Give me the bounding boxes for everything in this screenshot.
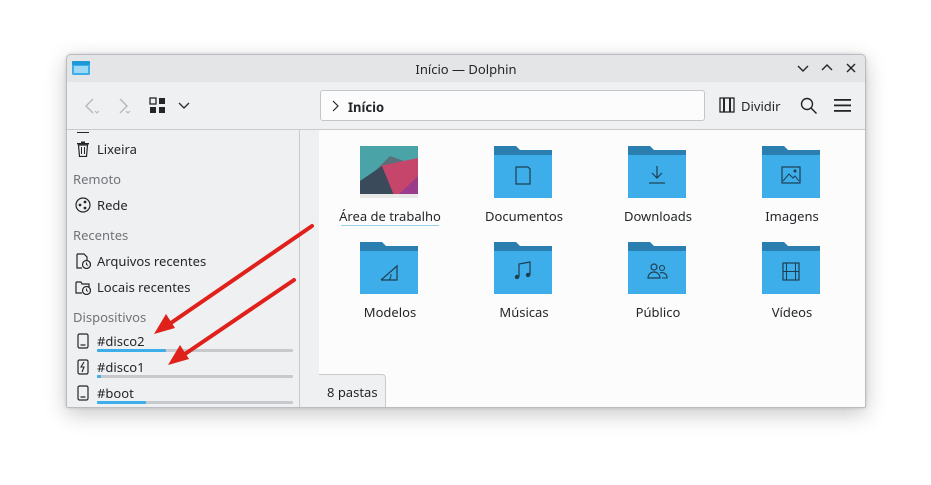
close-icon[interactable] (844, 61, 858, 75)
item-label: Área de trabalho (339, 207, 441, 225)
forward-icon[interactable] (115, 96, 133, 116)
window-title: Início — Dolphin (415, 60, 517, 78)
folder-pictures-icon (762, 146, 820, 198)
recent-files-icon (76, 253, 91, 269)
view-mode-icon[interactable] (149, 97, 166, 114)
dolphin-window: Início — Dolphin Início Dividir Lixeira … (66, 54, 866, 408)
status-bar: 8 pastas (319, 374, 386, 407)
sidebar-item-label: Lixeira (97, 140, 137, 158)
item-label: Vídeos (771, 303, 813, 321)
split-view-icon (719, 97, 735, 113)
disk-usage-bar-disco1 (97, 375, 293, 378)
partial-item-icon (77, 130, 89, 133)
sidebar-item-label: #disco2 (97, 332, 145, 350)
places-sidebar: Lixeira Remoto Rede Recentes Arquivos re… (67, 130, 300, 407)
item-label: Downloads (623, 207, 693, 225)
section-header-remote: Remoto (73, 170, 121, 188)
sidebar-item-recent-locations[interactable]: Locais recentes (67, 276, 299, 298)
section-header-devices: Dispositivos (73, 308, 147, 326)
sidebar-item-label: Rede (97, 196, 128, 214)
breadcrumb-home[interactable]: Início (348, 98, 384, 116)
file-view[interactable]: Área de trabalho Documentos Downloads Im… (319, 130, 865, 407)
item-label: Músicas (499, 303, 549, 321)
recent-locations-icon (75, 281, 91, 295)
folder-videos-icon (762, 242, 820, 294)
sidebar-item-label: #disco1 (97, 358, 145, 376)
split-label: Dividir (741, 97, 781, 115)
folder-documents-icon (494, 146, 552, 198)
folder-music-icon (494, 242, 552, 294)
minimize-icon[interactable] (796, 61, 810, 75)
disk-usage-fill (97, 375, 101, 378)
back-icon[interactable] (82, 96, 100, 116)
sidebar-item-trash[interactable]: Lixeira (67, 138, 299, 160)
desktop-thumbnail (360, 146, 418, 198)
toolbar: Início Dividir (67, 82, 865, 130)
disk-usage-bar-boot (97, 401, 293, 404)
disk-usage-fill (97, 401, 146, 404)
sidebar-item-label: Arquivos recentes (97, 252, 207, 270)
maximize-icon[interactable] (820, 61, 834, 75)
title-bar[interactable]: Início — Dolphin (67, 55, 865, 82)
item-label: Imagens (765, 207, 819, 225)
section-header-recent: Recentes (73, 226, 129, 244)
location-bar[interactable]: Início (320, 90, 705, 121)
status-text: 8 pastas (327, 383, 378, 401)
item-label: Modelos (363, 303, 417, 321)
sidebar-item-network[interactable]: Rede (67, 194, 299, 216)
breadcrumb-chevron-icon (332, 100, 339, 112)
folder-public-icon (628, 242, 686, 294)
disk-usage-bar-disco2 (97, 349, 293, 352)
search-icon[interactable] (800, 97, 818, 115)
folder-downloads-icon (628, 146, 686, 198)
hover-underline (341, 225, 439, 226)
sidebar-item-label: #boot (97, 384, 134, 402)
item-label: Documentos (485, 207, 563, 225)
usb-drive-icon (77, 359, 89, 375)
disk-usage-fill (97, 349, 166, 352)
item-label: Público (635, 303, 681, 321)
folder-templates-icon (360, 242, 418, 294)
network-icon (75, 197, 91, 213)
hamburger-menu-icon[interactable] (834, 98, 851, 113)
trash-icon (77, 141, 89, 157)
sidebar-item-recent-files[interactable]: Arquivos recentes (67, 250, 299, 272)
view-mode-dropdown-icon[interactable] (178, 100, 190, 110)
hard-drive-icon (77, 333, 89, 349)
hard-drive-icon (77, 385, 89, 401)
sidebar-item-label: Locais recentes (97, 278, 191, 296)
